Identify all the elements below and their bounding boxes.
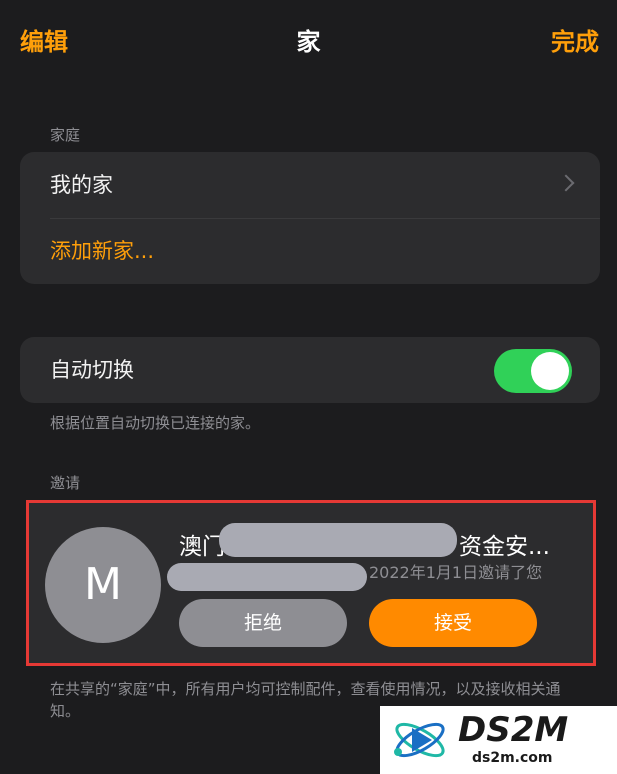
redacted-detail (167, 563, 367, 591)
chevron-right-icon (557, 174, 575, 192)
home-list-card: 我的家 添加新家... (20, 152, 600, 284)
add-new-home-button[interactable]: 添加新家... (20, 218, 600, 284)
redacted-name (219, 523, 457, 557)
page-title: 家 (296, 28, 321, 56)
done-button[interactable]: 完成 (551, 22, 599, 57)
auto-switch-toggle[interactable] (494, 349, 572, 393)
inviter-name-suffix: 资金安... (459, 534, 550, 560)
watermark-subtitle: ds2m.com (472, 750, 553, 766)
home-item-label: 我的家 (50, 173, 113, 197)
invite-date: 2022年1月1日邀请了您 (369, 563, 543, 582)
toggle-knob (531, 352, 569, 390)
auto-switch-description: 根据位置自动切换已连接的家。 (50, 414, 261, 432)
decline-button[interactable]: 拒绝 (179, 599, 347, 647)
watermark: DS2M ds2m.com (380, 706, 617, 774)
accept-button[interactable]: 接受 (369, 599, 537, 647)
auto-switch-card: 自动切换 (20, 337, 600, 403)
home-section-label: 家庭 (50, 126, 81, 144)
auto-switch-label: 自动切换 (50, 358, 134, 382)
add-home-label: 添加新家... (50, 239, 155, 263)
inviter-name-prefix: 澳门 (179, 534, 225, 560)
home-item-my-home[interactable]: 我的家 (20, 152, 600, 219)
invitations-section-label: 邀请 (50, 474, 81, 492)
invitation-card: M 澳门 资金安... 2022年1月1日邀请了您 拒绝 接受 (26, 500, 596, 666)
watermark-title: DS2M (458, 710, 569, 750)
atom-logo-icon (394, 722, 445, 758)
avatar: M (45, 527, 161, 643)
auto-switch-row: 自动切换 (20, 337, 600, 403)
